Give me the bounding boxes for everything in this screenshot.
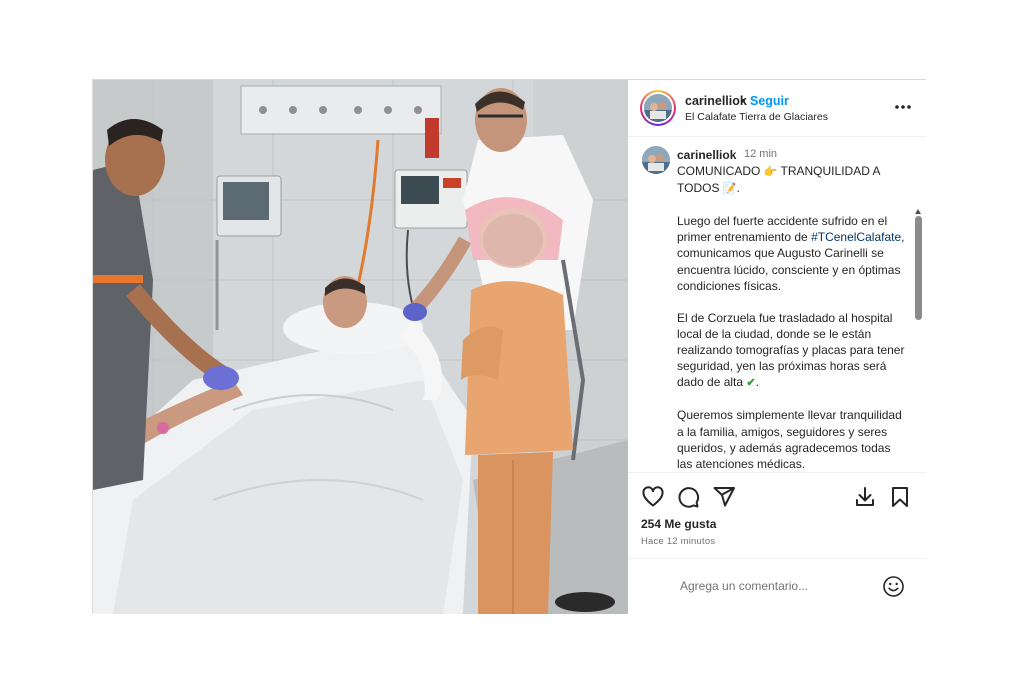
post-timestamp: Hace 12 minutos	[641, 536, 716, 547]
download-icon[interactable]	[853, 485, 877, 509]
caption-line2: TODOS	[677, 181, 720, 196]
comment-icon[interactable]	[676, 485, 700, 509]
emoji-smiley-icon[interactable]	[882, 575, 905, 598]
caption-scrollbar[interactable]	[915, 209, 922, 472]
post-header: carinelliok • Seguir El Calafate Tierra …	[628, 80, 926, 137]
share-icon[interactable]	[712, 485, 736, 509]
caption-avatar[interactable]	[642, 146, 670, 174]
hospital-scene-image	[93, 80, 628, 614]
pointing-hand-icon: 👉	[763, 166, 778, 178]
post-photo[interactable]	[93, 80, 628, 614]
bookmark-icon[interactable]	[888, 485, 912, 509]
heart-icon[interactable]	[641, 485, 665, 509]
scroll-thumb[interactable]	[915, 216, 922, 320]
memo-icon: 📝	[722, 183, 737, 196]
post-side-panel: carinelliok • Seguir El Calafate Tierra …	[628, 80, 926, 614]
instagram-post: carinelliok • Seguir El Calafate Tierra …	[92, 79, 926, 614]
header-username[interactable]: carinelliok	[685, 94, 747, 108]
caption-area: carinelliok 12 min COMUNICADO 👉 TRANQUIL…	[628, 138, 926, 472]
scroll-up-arrow-icon[interactable]	[915, 209, 921, 214]
comment-row	[628, 558, 926, 615]
hashtag-link[interactable]: #TCenelCalafate	[811, 230, 901, 244]
follow-button[interactable]: Seguir	[750, 94, 789, 108]
avatar[interactable]	[644, 94, 672, 122]
action-bar: 254 Me gusta Hace 12 minutos	[628, 472, 926, 614]
caption-username[interactable]: carinelliok	[677, 148, 736, 162]
location-link[interactable]: El Calafate Tierra de Glaciares	[685, 111, 828, 123]
comment-input[interactable]	[680, 574, 870, 598]
more-horizontal-icon[interactable]	[892, 97, 914, 117]
caption-line1-a: COMUNICADO	[677, 164, 761, 178]
caption-p3: El de Corzuela fue trasladado al hospita…	[677, 310, 905, 390]
caption-time: 12 min	[744, 148, 778, 160]
likes-count[interactable]: 254 Me gusta	[641, 517, 716, 531]
check-mark-icon: ✔	[746, 377, 756, 390]
caption-text: COMUNICADO 👉 TRANQUILIDAD A TODOS 📝. Lue…	[677, 164, 905, 471]
caption-p4: Queremos simplemente llevar tranquilidad…	[677, 408, 902, 471]
header-separator: •	[741, 94, 746, 108]
caption-line1-b: TRANQUILIDAD A	[780, 164, 880, 178]
